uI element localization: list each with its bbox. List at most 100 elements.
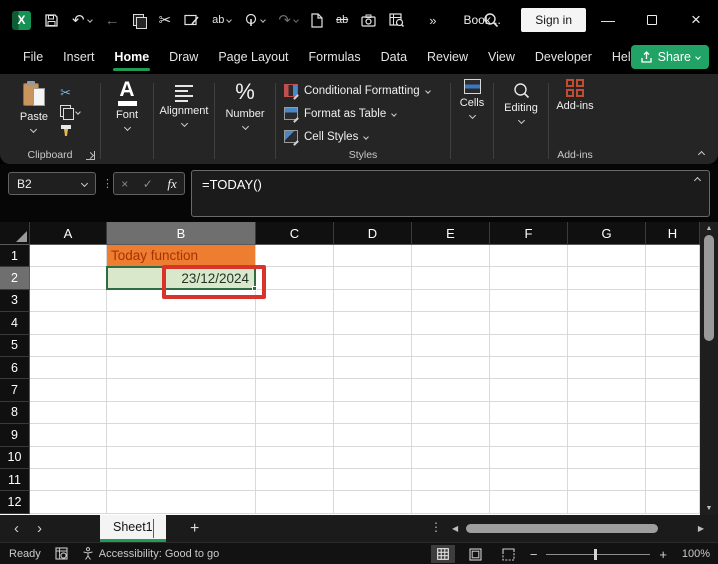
cell-D7[interactable] xyxy=(334,379,412,402)
cell-B6[interactable] xyxy=(107,356,256,380)
scroll-right-icon[interactable]: ▶ xyxy=(698,524,704,533)
addins-group[interactable]: Add-ins Add-ins xyxy=(549,74,601,164)
cell-C2[interactable] xyxy=(256,267,334,290)
row-header-2[interactable]: 2 xyxy=(0,267,30,290)
cell-E11[interactable] xyxy=(412,468,490,492)
cell-C3[interactable] xyxy=(256,289,334,313)
cell-A10[interactable] xyxy=(30,446,107,469)
cell-F3[interactable] xyxy=(490,289,568,313)
copy-button[interactable] xyxy=(60,104,81,120)
scroll-left-icon[interactable]: ◀ xyxy=(452,524,458,533)
cell-G1[interactable] xyxy=(568,245,646,268)
chevron-down-icon[interactable] xyxy=(517,116,525,125)
cell-C10[interactable] xyxy=(256,446,334,469)
add-sheet-button[interactable]: + xyxy=(190,515,199,542)
cell-D8[interactable] xyxy=(334,401,412,425)
chevron-down-icon[interactable] xyxy=(86,17,93,23)
zoom-slider[interactable] xyxy=(546,548,651,560)
horizontal-scrollbar-thumb[interactable] xyxy=(466,524,658,533)
menu-tab-data[interactable]: Data xyxy=(371,40,417,74)
menu-tab-insert[interactable]: Insert xyxy=(53,40,104,74)
close-button[interactable]: × xyxy=(674,0,718,40)
cell-D6[interactable] xyxy=(334,356,412,380)
cell-D3[interactable] xyxy=(334,289,412,313)
menu-tab-developer[interactable]: Developer xyxy=(525,40,602,74)
cell-B5[interactable] xyxy=(107,334,256,357)
cell-E2[interactable] xyxy=(412,267,490,290)
cell-B4[interactable] xyxy=(107,312,256,335)
cell-F9[interactable] xyxy=(490,424,568,447)
cell-B11[interactable] xyxy=(107,468,256,492)
scroll-up-icon[interactable]: ▲ xyxy=(700,225,718,232)
column-header-e[interactable]: E xyxy=(412,222,490,245)
font-group[interactable]: A Font xyxy=(101,74,153,164)
cell-E8[interactable] xyxy=(412,401,490,425)
row-header-11[interactable]: 11 xyxy=(0,468,30,492)
menu-tab-formulas[interactable]: Formulas xyxy=(299,40,371,74)
paste-button[interactable]: Paste xyxy=(20,81,48,134)
column-header-h[interactable]: H xyxy=(646,222,700,245)
undo-button[interactable]: ↶ xyxy=(72,13,93,28)
back-arrow-icon[interactable]: ← xyxy=(105,13,120,28)
row-header-1[interactable]: 1 xyxy=(0,245,30,268)
cell-H10[interactable] xyxy=(646,446,700,469)
cell-C5[interactable] xyxy=(256,334,334,357)
copy-icon[interactable] xyxy=(132,13,147,29)
minimize-button[interactable]: — xyxy=(586,0,630,40)
touch-mouse-mode-icon[interactable] xyxy=(244,13,267,27)
row-header-5[interactable]: 5 xyxy=(0,334,30,357)
cell-A3[interactable] xyxy=(30,289,107,313)
cell-E7[interactable] xyxy=(412,379,490,402)
cell-A9[interactable] xyxy=(30,424,107,447)
cell-D11[interactable] xyxy=(334,468,412,492)
cell-H6[interactable] xyxy=(646,356,700,380)
editing-group[interactable]: Editing xyxy=(494,74,548,164)
zoom-in-button[interactable]: + xyxy=(659,547,667,562)
cell-A8[interactable] xyxy=(30,401,107,425)
menu-tab-draw[interactable]: Draw xyxy=(159,40,208,74)
column-header-d[interactable]: D xyxy=(334,222,412,245)
chevron-down-icon[interactable] xyxy=(468,111,476,120)
cell-B10[interactable] xyxy=(107,446,256,469)
menu-tab-file[interactable]: File xyxy=(13,40,53,74)
cell-G9[interactable] xyxy=(568,424,646,447)
cell-A6[interactable] xyxy=(30,356,107,380)
accessibility-status[interactable]: Accessibility: Good to go xyxy=(82,547,219,560)
cell-B2[interactable]: 23/12/2024 xyxy=(107,267,256,290)
row-header-6[interactable]: 6 xyxy=(0,356,30,380)
cell-G5[interactable] xyxy=(568,334,646,357)
cell-B1[interactable]: Today function xyxy=(107,245,256,268)
cell-G7[interactable] xyxy=(568,379,646,402)
cell-D2[interactable] xyxy=(334,267,412,290)
cell-G6[interactable] xyxy=(568,356,646,380)
cell-A4[interactable] xyxy=(30,312,107,335)
cell-G12[interactable] xyxy=(568,491,646,514)
chevron-down-icon[interactable] xyxy=(123,123,131,131)
menu-tab-page-layout[interactable]: Page Layout xyxy=(208,40,298,74)
cell-A12[interactable] xyxy=(30,491,107,514)
row-header-4[interactable]: 4 xyxy=(0,312,30,335)
camera-icon[interactable] xyxy=(361,14,376,27)
save-icon[interactable] xyxy=(44,13,59,28)
cell-D5[interactable] xyxy=(334,334,412,357)
cell-B8[interactable] xyxy=(107,401,256,425)
cell-E10[interactable] xyxy=(412,446,490,469)
column-header-g[interactable]: G xyxy=(568,222,646,245)
alignment-group[interactable]: Alignment xyxy=(154,74,214,164)
cell-E3[interactable] xyxy=(412,289,490,313)
prev-sheet-icon[interactable]: ‹ xyxy=(14,520,19,537)
insert-function-icon[interactable]: fx xyxy=(167,176,176,192)
next-sheet-icon[interactable]: › xyxy=(37,520,42,537)
cell-G10[interactable] xyxy=(568,446,646,469)
cell-B7[interactable] xyxy=(107,379,256,402)
chevron-down-icon[interactable] xyxy=(241,122,249,131)
format-painter-button[interactable] xyxy=(60,123,80,138)
cell-C6[interactable] xyxy=(256,356,334,380)
redo-button[interactable]: ↷ xyxy=(278,13,299,28)
zoom-out-button[interactable]: − xyxy=(530,547,538,562)
column-header-a[interactable]: A xyxy=(30,222,107,245)
table-search-icon[interactable] xyxy=(389,13,405,27)
page-break-preview-button[interactable] xyxy=(497,545,521,563)
cell-B3[interactable] xyxy=(107,289,256,313)
cell-A5[interactable] xyxy=(30,334,107,357)
